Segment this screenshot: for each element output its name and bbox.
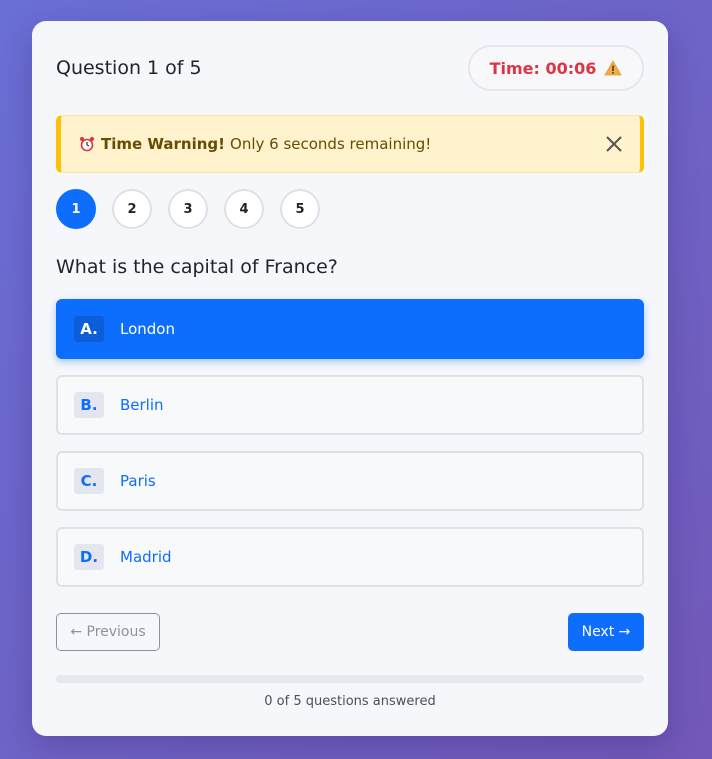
- option-text: Madrid: [120, 548, 172, 566]
- step-5[interactable]: 5: [280, 189, 320, 229]
- option-text: Berlin: [120, 396, 164, 414]
- next-button[interactable]: Next →: [568, 613, 644, 651]
- warning-triangle-icon: [604, 60, 623, 76]
- option-letter: D.: [74, 544, 104, 570]
- close-icon[interactable]: [604, 134, 624, 154]
- quiz-header: Question 1 of 5 Time: 00:06: [56, 45, 644, 91]
- answer-option[interactable]: C. Paris: [56, 451, 644, 511]
- progress-label: 0 of 5 questions answered: [264, 694, 436, 709]
- option-text: London: [120, 320, 175, 338]
- option-letter: B.: [74, 392, 104, 418]
- alert-title: Time Warning!: [101, 135, 226, 153]
- answer-options: A. London B. Berlin C. Paris D. Madrid: [56, 299, 644, 603]
- question-counter: Question 1 of 5: [56, 57, 202, 79]
- option-letter: C.: [74, 468, 104, 494]
- step-4[interactable]: 4: [224, 189, 264, 229]
- option-letter: A.: [74, 316, 104, 342]
- question-text: What is the capital of France?: [56, 256, 338, 278]
- quiz-card: Question 1 of 5 Time: 00:06 Time Warning…: [32, 21, 668, 736]
- answer-option[interactable]: B. Berlin: [56, 375, 644, 435]
- step-2[interactable]: 2: [112, 189, 152, 229]
- time-warning-alert: Time Warning! Only 6 seconds remaining!: [56, 115, 644, 173]
- progress-bar: [56, 675, 644, 683]
- answer-option[interactable]: A. London: [56, 299, 644, 359]
- question-stepper: 12345: [56, 189, 320, 229]
- alert-message: Only 6 seconds remaining!: [230, 135, 432, 153]
- timer-text: Time: 00:06: [489, 58, 597, 78]
- step-3[interactable]: 3: [168, 189, 208, 229]
- option-text: Paris: [120, 472, 156, 490]
- answer-option[interactable]: D. Madrid: [56, 527, 644, 587]
- previous-button[interactable]: ← Previous: [56, 613, 160, 651]
- timer-badge: Time: 00:06: [468, 45, 644, 91]
- alarm-clock-icon: [80, 137, 94, 152]
- step-1[interactable]: 1: [56, 189, 96, 229]
